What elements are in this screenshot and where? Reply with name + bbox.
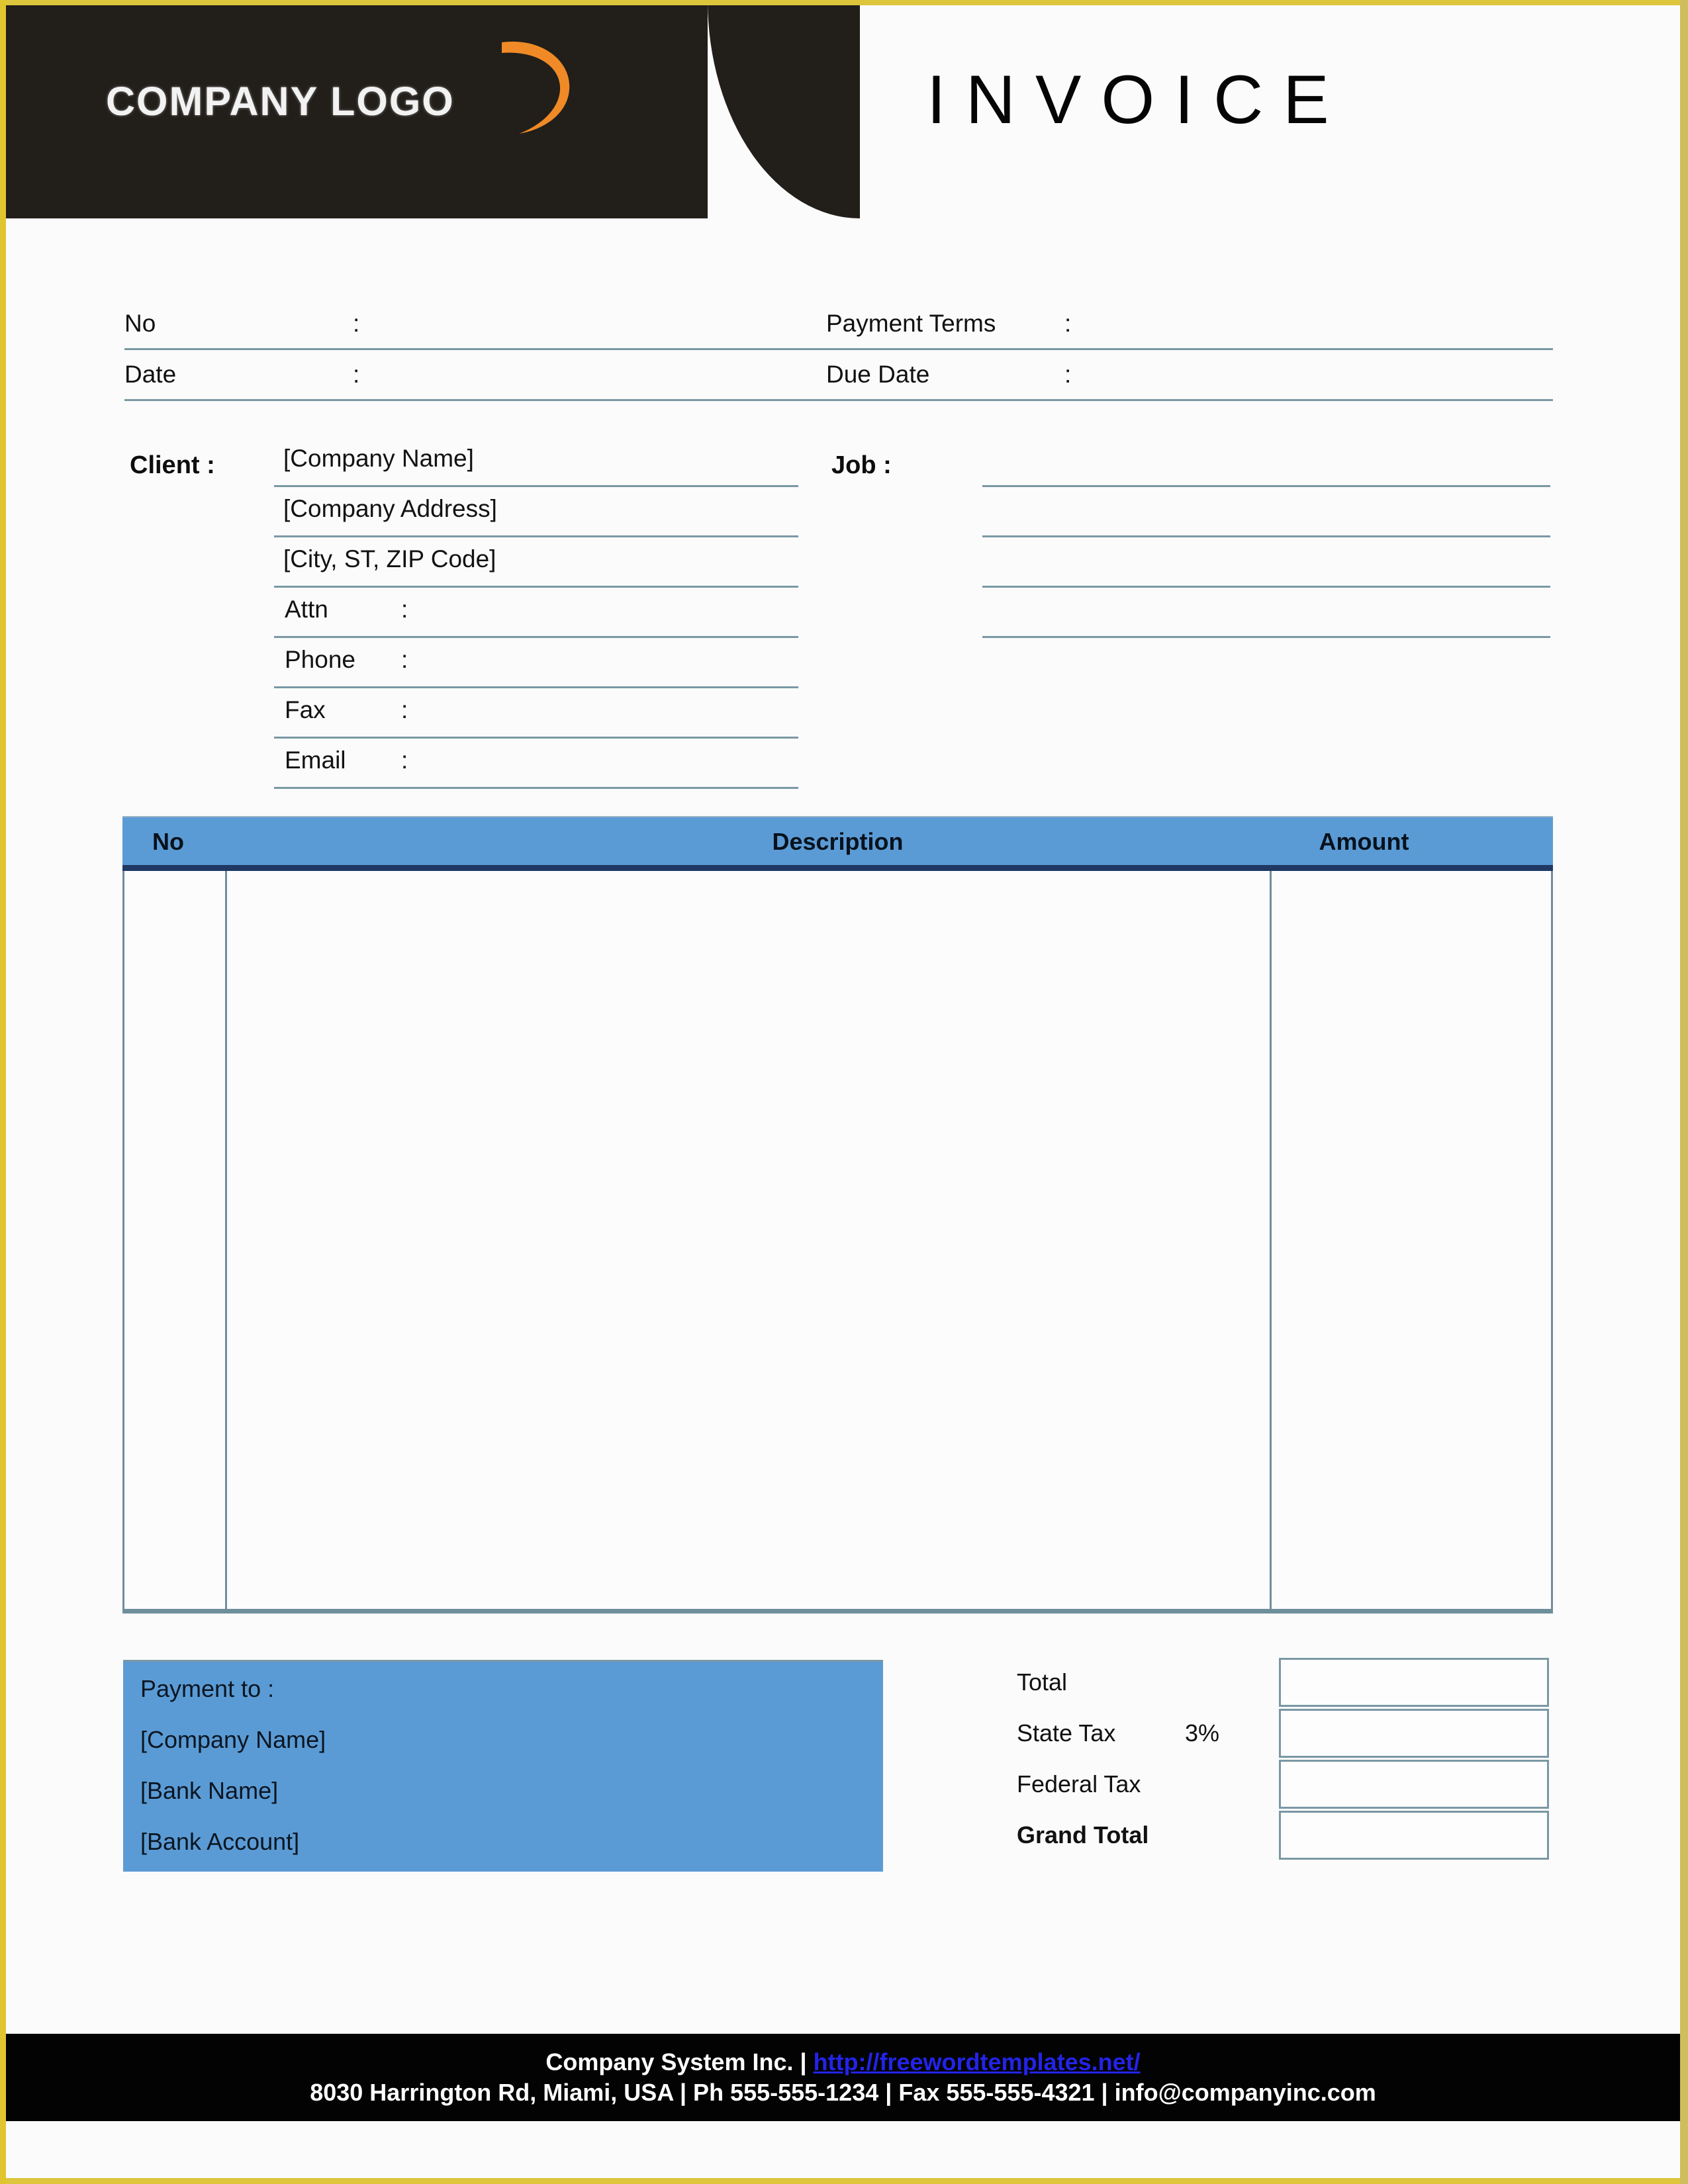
client-colon: :	[401, 596, 408, 623]
job-row[interactable]	[982, 537, 1550, 588]
job-fields	[982, 437, 1550, 638]
totals-label-grand-total: Grand Total	[1017, 1821, 1149, 1848]
meta-label-date: Date	[124, 361, 177, 388]
footer-company-name: Company System Inc. |	[545, 2048, 814, 2075]
meta-field-no[interactable]: No :	[124, 299, 826, 348]
totals-label-federal-tax: Federal Tax	[1017, 1770, 1141, 1797]
meta-label-payment-terms: Payment Terms	[826, 310, 996, 337]
meta-colon: :	[353, 361, 360, 388]
meta-row: No : Payment Terms :	[124, 299, 1553, 350]
client-row-attn[interactable]: Attn :	[274, 588, 798, 638]
totals-row-state-tax: State Tax 3%	[1017, 1709, 1553, 1760]
header-banner-curve	[708, 5, 860, 218]
totals-value-federal-tax[interactable]	[1279, 1760, 1549, 1809]
totals-value-state-tax[interactable]	[1279, 1709, 1549, 1758]
meta-field-due-date[interactable]: Due Date :	[826, 350, 1553, 399]
invoice-page: COMPANY LOGO INVOICE No : Payment Terms …	[0, 0, 1688, 2184]
client-fields: [Company Name] [Company Address] [City, …	[274, 437, 798, 789]
column-divider-no-description	[225, 871, 227, 1609]
line-items-body[interactable]	[122, 871, 1553, 1614]
client-colon: :	[401, 646, 408, 673]
page-footer: Company System Inc. | http://freewordtem…	[6, 2034, 1680, 2121]
column-header-amount: Amount	[1319, 828, 1409, 855]
meta-colon: :	[1064, 310, 1072, 337]
payment-to-bank-account: [Bank Account]	[140, 1828, 300, 1855]
client-row-company-name[interactable]: [Company Name]	[274, 437, 798, 487]
payment-to-company-name: [Company Name]	[140, 1726, 326, 1753]
meta-label-no: No	[124, 310, 156, 337]
totals-row-grand-total: Grand Total	[1017, 1811, 1553, 1862]
client-row-phone[interactable]: Phone :	[274, 638, 798, 688]
client-company-name: [Company Name]	[283, 445, 474, 472]
client-company-address: [Company Address]	[283, 495, 497, 522]
payment-to-bank-name: [Bank Name]	[140, 1777, 279, 1804]
meta-field-payment-terms[interactable]: Payment Terms :	[826, 299, 1553, 348]
payment-to-block: Payment to : [Company Name] [Bank Name] …	[123, 1660, 883, 1872]
totals-label-state-tax: State Tax	[1017, 1719, 1116, 1747]
totals-rate-state-tax: 3%	[1185, 1719, 1220, 1747]
meta-colon: :	[1064, 361, 1072, 388]
totals-row-federal-tax: Federal Tax	[1017, 1760, 1553, 1811]
totals-label-total: Total	[1017, 1668, 1068, 1696]
job-row[interactable]	[982, 588, 1550, 638]
page-frame-bottom	[0, 2178, 1688, 2184]
job-row[interactable]	[982, 487, 1550, 537]
page-title: INVOICE	[927, 62, 1349, 138]
totals-row-total: Total	[1017, 1658, 1553, 1709]
line-items-table: No Description Amount	[122, 816, 1553, 1617]
client-colon: :	[401, 747, 408, 774]
client-label-phone: Phone	[285, 646, 355, 673]
footer-website-link[interactable]: http://freewordtemplates.net/	[814, 2048, 1141, 2075]
client-label-attn: Attn	[285, 596, 328, 623]
logo-swoosh-icon	[502, 41, 570, 134]
job-heading: Job :	[831, 451, 892, 479]
footer-line-company: Company System Inc. | http://freewordtem…	[545, 2047, 1140, 2077]
client-row-company-address[interactable]: [Company Address]	[274, 487, 798, 537]
totals-value-total[interactable]	[1279, 1658, 1549, 1707]
page-frame-right	[1680, 0, 1688, 2184]
client-label-email: Email	[285, 747, 346, 774]
page-frame-left	[0, 0, 6, 2184]
company-logo-text: COMPANY LOGO	[106, 79, 455, 124]
client-row-fax[interactable]: Fax :	[274, 688, 798, 739]
page-frame-top	[0, 0, 1688, 5]
client-label-fax: Fax	[285, 696, 326, 723]
meta-colon: :	[353, 310, 360, 337]
meta-row: Date : Due Date :	[124, 350, 1553, 401]
client-city-state-zip: [City, ST, ZIP Code]	[283, 545, 496, 572]
totals-value-grand-total[interactable]	[1279, 1811, 1549, 1860]
line-items-header-row: No Description Amount	[122, 816, 1553, 871]
footer-line-contact: 8030 Harrington Rd, Miami, USA | Ph 555-…	[310, 2079, 1376, 2106]
client-colon: :	[401, 696, 408, 723]
invoice-meta: No : Payment Terms : Date : Due Date :	[124, 299, 1553, 401]
payment-to-heading: Payment to :	[140, 1675, 275, 1702]
client-row-email[interactable]: Email :	[274, 739, 798, 789]
totals-section: Total State Tax 3% Federal Tax Grand Tot…	[1017, 1658, 1553, 1862]
column-divider-description-amount	[1270, 871, 1272, 1609]
client-row-city-state-zip[interactable]: [City, ST, ZIP Code]	[274, 537, 798, 588]
meta-field-date[interactable]: Date :	[124, 350, 826, 399]
meta-label-due-date: Due Date	[826, 361, 930, 388]
client-heading: Client :	[130, 451, 215, 479]
job-row[interactable]	[982, 437, 1550, 487]
